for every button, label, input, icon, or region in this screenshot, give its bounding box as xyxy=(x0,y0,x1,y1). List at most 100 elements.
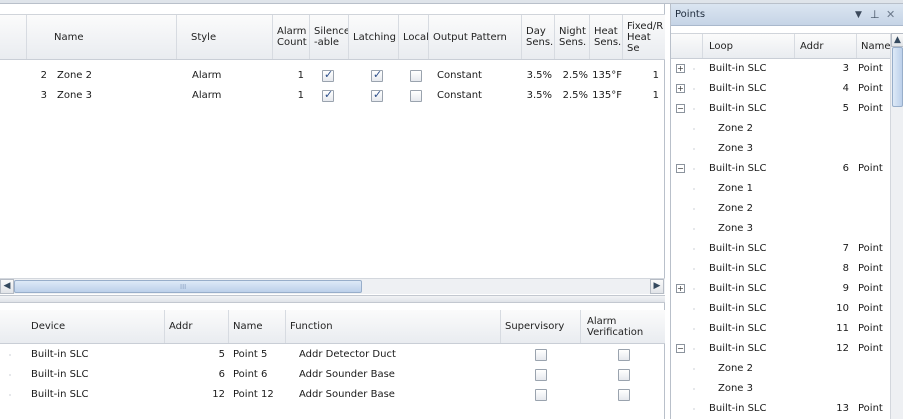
col-header-name[interactable]: Name xyxy=(857,34,890,58)
addr-cell[interactable]: 13 xyxy=(795,399,853,419)
point-name-cell[interactable]: Point xyxy=(858,99,890,119)
style-cell[interactable]: Alarm xyxy=(192,66,272,86)
point-name-cell[interactable] xyxy=(858,199,890,219)
silenceable-checkbox[interactable] xyxy=(322,68,334,82)
tree-row[interactable]: Built-in SLC 13 Point xyxy=(671,399,890,419)
loop-cell[interactable]: Built-in SLC xyxy=(709,99,799,119)
style-cell[interactable]: Alarm xyxy=(192,86,272,106)
loop-cell[interactable]: Built-in SLC xyxy=(709,299,799,319)
tree-child-row[interactable]: Zone 3 xyxy=(671,139,890,159)
point-name-cell[interactable]: Point xyxy=(858,339,890,359)
col-header-day-sens[interactable]: Day Sens. xyxy=(522,15,555,59)
table-row[interactable]: Built-in SLC 5 Point 5 Addr Detector Duc… xyxy=(0,345,665,365)
alarm-count-cell[interactable]: 1 xyxy=(273,86,308,106)
loop-cell[interactable]: Built-in SLC xyxy=(709,239,799,259)
local-checkbox[interactable] xyxy=(410,70,422,82)
table-row[interactable]: Built-in SLC 6 Point 6 Addr Sounder Base xyxy=(0,365,665,385)
supervisory-checkbox[interactable] xyxy=(535,369,547,381)
addr-cell[interactable]: 5 xyxy=(165,345,229,365)
addr-cell[interactable] xyxy=(795,119,853,139)
tree-child-row[interactable]: Zone 3 xyxy=(671,379,890,399)
col-header-supervisory[interactable]: Supervisory xyxy=(501,310,581,343)
tree-row[interactable]: Built-in SLC 8 Point xyxy=(671,259,890,279)
addr-cell[interactable] xyxy=(795,179,853,199)
supervisory-checkbox[interactable] xyxy=(535,389,547,401)
tree-row[interactable]: − Built-in SLC 12 Point xyxy=(671,339,890,359)
addr-cell[interactable] xyxy=(795,379,853,399)
col-header-local[interactable]: Local xyxy=(399,15,429,59)
point-name-cell[interactable]: Point 6 xyxy=(233,365,286,385)
addr-cell[interactable]: 10 xyxy=(795,299,853,319)
device-cell[interactable]: Built-in SLC xyxy=(31,385,161,405)
output-pattern-cell[interactable]: Constant xyxy=(437,86,517,106)
loop-cell[interactable]: Built-in SLC xyxy=(709,159,799,179)
expand-icon[interactable]: + xyxy=(676,64,685,73)
tree-row[interactable]: Built-in SLC 10 Point xyxy=(671,299,890,319)
point-name-cell[interactable]: Point xyxy=(858,259,890,279)
loop-cell[interactable]: Built-in SLC xyxy=(709,279,799,299)
addr-cell[interactable]: 6 xyxy=(795,159,853,179)
col-header-output-pattern[interactable]: Output Pattern xyxy=(429,15,522,59)
scroll-right-arrow-icon[interactable]: ▶ xyxy=(650,279,664,294)
tree-child-row[interactable]: Zone 2 xyxy=(671,199,890,219)
alarm-verification-checkbox[interactable] xyxy=(618,369,630,381)
col-header-night-sens[interactable]: Night Sens. xyxy=(555,15,590,59)
col-header-addr[interactable]: Addr xyxy=(165,310,229,343)
loop-cell[interactable]: Built-in SLC xyxy=(709,339,799,359)
device-cell[interactable]: Built-in SLC xyxy=(31,345,161,365)
night-sens-cell[interactable]: 2.5% xyxy=(555,86,592,106)
fixed-heat-cell[interactable]: 1 xyxy=(623,66,663,86)
tree-row[interactable]: + Built-in SLC 3 Point xyxy=(671,59,890,79)
collapse-icon[interactable]: − xyxy=(676,344,685,353)
tree-row[interactable]: − Built-in SLC 5 Point xyxy=(671,99,890,119)
point-name-cell[interactable] xyxy=(858,379,890,399)
output-pattern-cell[interactable]: Constant xyxy=(437,66,517,86)
addr-cell[interactable] xyxy=(795,219,853,239)
heat-sens-cell[interactable]: 135°F xyxy=(590,66,626,86)
day-sens-cell[interactable]: 3.5% xyxy=(522,86,556,106)
point-name-cell[interactable]: Point xyxy=(858,319,890,339)
tree-row[interactable]: Built-in SLC 7 Point xyxy=(671,239,890,259)
loop-cell[interactable]: Built-in SLC xyxy=(709,399,799,419)
col-header-name[interactable]: Name xyxy=(229,310,286,343)
col-header-alarm-verification[interactable]: Alarm Verification xyxy=(581,310,665,343)
tree-row[interactable]: Built-in SLC 11 Point xyxy=(671,319,890,339)
tree-row[interactable]: + Built-in SLC 9 Point xyxy=(671,279,890,299)
expand-icon[interactable]: + xyxy=(676,84,685,93)
col-header-latching[interactable]: Latching xyxy=(349,15,399,59)
col-header-style[interactable]: Style xyxy=(187,15,273,59)
col-header-loop[interactable]: Loop xyxy=(703,34,795,58)
collapse-icon[interactable]: − xyxy=(676,104,685,113)
latching-checkbox[interactable] xyxy=(371,68,383,82)
alarm-verification-checkbox[interactable] xyxy=(618,349,630,361)
zone-name-cell[interactable]: Zone 2 xyxy=(57,66,182,86)
col-header-function[interactable]: Function xyxy=(286,310,501,343)
addr-cell[interactable]: 4 xyxy=(795,79,853,99)
col-header-addr[interactable]: Addr xyxy=(795,34,857,58)
addr-cell[interactable]: 7 xyxy=(795,239,853,259)
addr-cell[interactable]: 12 xyxy=(165,385,229,405)
tree-row[interactable]: + Built-in SLC 4 Point xyxy=(671,79,890,99)
col-header-alarm-count[interactable]: Alarm Count xyxy=(273,15,310,59)
alarm-verification-checkbox[interactable] xyxy=(618,389,630,401)
device-cell[interactable]: Built-in SLC xyxy=(31,365,161,385)
scroll-thumb[interactable]: III xyxy=(14,280,362,293)
point-name-cell[interactable]: Point xyxy=(858,299,890,319)
night-sens-cell[interactable]: 2.5% xyxy=(555,66,592,86)
point-name-cell[interactable]: Point xyxy=(858,279,890,299)
heat-sens-cell[interactable]: 135°F xyxy=(590,86,626,106)
alarm-count-cell[interactable]: 1 xyxy=(273,66,308,86)
latching-checkbox[interactable] xyxy=(371,88,383,102)
zone-name-cell[interactable]: Zone 3 xyxy=(57,86,182,106)
loop-cell[interactable]: Built-in SLC xyxy=(709,319,799,339)
table-row[interactable]: 3 Zone 3 Alarm 1 Constant 3.5% 2.5% 135°… xyxy=(0,86,665,106)
point-name-cell[interactable] xyxy=(858,219,890,239)
addr-cell[interactable]: 6 xyxy=(165,365,229,385)
col-header-device[interactable]: Device xyxy=(0,310,165,343)
tree-child-row[interactable]: Zone 1 xyxy=(671,179,890,199)
loop-cell[interactable]: Built-in SLC xyxy=(709,79,799,99)
loop-cell[interactable]: Built-in SLC xyxy=(709,259,799,279)
addr-cell[interactable]: 9 xyxy=(795,279,853,299)
fixed-heat-cell[interactable]: 1 xyxy=(623,86,663,106)
addr-cell[interactable]: 8 xyxy=(795,259,853,279)
